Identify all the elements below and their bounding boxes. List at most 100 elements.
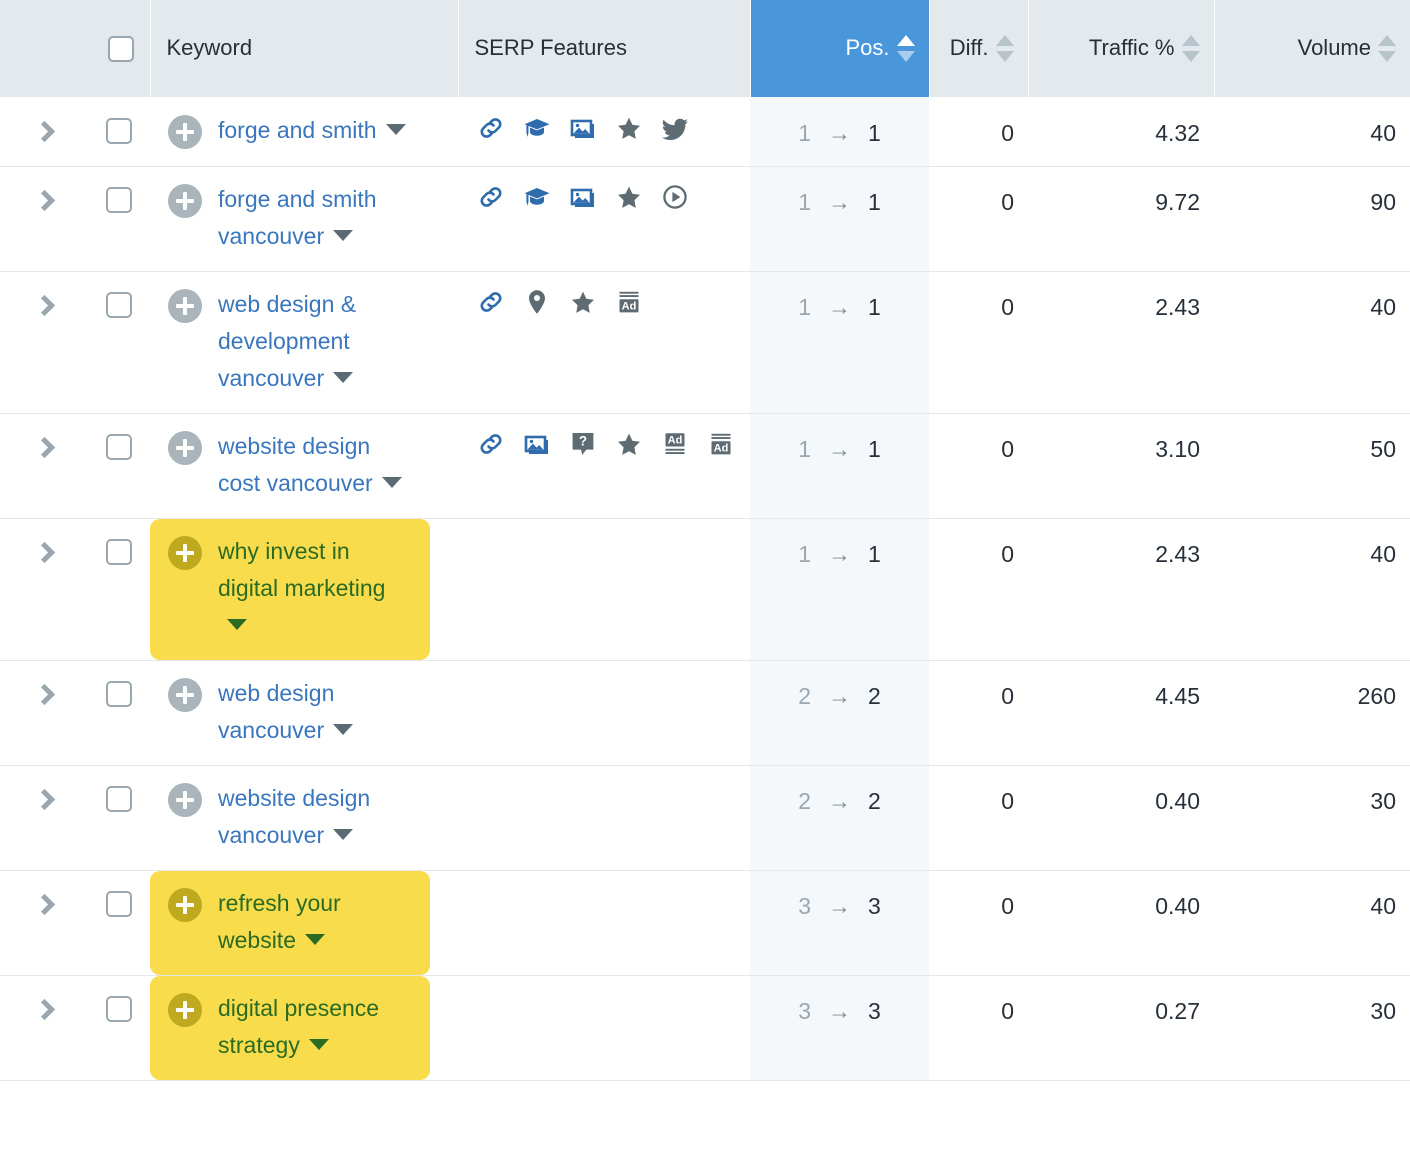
expand-chevron-icon[interactable] — [33, 788, 54, 809]
keyword-cell[interactable]: digital presence strategy — [150, 975, 458, 1080]
expand-chevron-icon[interactable] — [33, 541, 54, 562]
row-select-cell[interactable] — [88, 518, 150, 660]
expand-chevron-icon[interactable] — [33, 998, 54, 1019]
reviews-star-icon[interactable] — [614, 113, 644, 143]
keyword-cell[interactable]: web design & development vancouver — [150, 271, 458, 413]
keyword-link[interactable]: web design & development vancouver — [218, 286, 414, 397]
row-expand-cell[interactable] — [0, 97, 88, 166]
video-play-icon[interactable] — [660, 182, 690, 212]
add-keyword-plus-icon[interactable] — [168, 783, 202, 817]
sort-arrows-icon[interactable] — [996, 35, 1014, 62]
link-icon[interactable] — [476, 182, 506, 212]
expand-chevron-icon[interactable] — [33, 683, 54, 704]
keyword-cell[interactable]: web design vancouver — [150, 660, 458, 765]
keyword-cell[interactable]: website design vancouver — [150, 765, 458, 870]
header-serp-features[interactable]: SERP Features — [458, 0, 750, 97]
image-pack-icon[interactable] — [568, 113, 598, 143]
row-select-cell[interactable] — [88, 271, 150, 413]
keyword-chip[interactable]: forge and smith — [150, 98, 422, 165]
keyword-dropdown-caret-icon[interactable] — [333, 829, 353, 840]
keyword-link[interactable]: refresh your website — [218, 885, 414, 959]
keyword-cell[interactable]: refresh your website — [150, 870, 458, 975]
keyword-cell[interactable]: forge and smith — [150, 97, 458, 166]
knowledge-panel-icon[interactable] — [522, 113, 552, 143]
link-icon[interactable] — [476, 287, 506, 317]
image-pack-icon[interactable] — [568, 182, 598, 212]
sort-descending-icon[interactable] — [1182, 51, 1200, 62]
keyword-chip[interactable]: website design vancouver — [150, 766, 430, 870]
row-expand-cell[interactable] — [0, 765, 88, 870]
row-select-cell[interactable] — [88, 97, 150, 166]
keyword-chip[interactable]: digital presence strategy — [150, 976, 430, 1080]
row-checkbox[interactable] — [106, 434, 132, 460]
row-checkbox[interactable] — [106, 786, 132, 812]
expand-chevron-icon[interactable] — [33, 189, 54, 210]
keyword-link[interactable]: forge and smith — [218, 112, 406, 149]
row-checkbox[interactable] — [106, 187, 132, 213]
keyword-dropdown-caret-icon[interactable] — [309, 1039, 329, 1050]
row-checkbox[interactable] — [106, 539, 132, 565]
header-volume[interactable]: Volume — [1214, 0, 1410, 97]
row-checkbox[interactable] — [106, 118, 132, 144]
add-keyword-plus-icon[interactable] — [168, 115, 202, 149]
row-expand-cell[interactable] — [0, 271, 88, 413]
keyword-link[interactable]: web design vancouver — [218, 675, 414, 749]
keyword-link[interactable]: digital presence strategy — [218, 990, 414, 1064]
row-select-cell[interactable] — [88, 660, 150, 765]
row-select-cell[interactable] — [88, 413, 150, 518]
sort-ascending-icon[interactable] — [996, 35, 1014, 46]
row-checkbox[interactable] — [106, 891, 132, 917]
ads-bottom-icon[interactable]: Ad — [614, 287, 644, 317]
knowledge-panel-icon[interactable] — [522, 182, 552, 212]
ads-bottom-icon[interactable]: Ad — [706, 429, 736, 459]
sort-ascending-icon[interactable] — [1182, 35, 1200, 46]
sort-descending-icon[interactable] — [897, 51, 915, 62]
header-position[interactable]: Pos. — [750, 0, 929, 97]
reviews-star-icon[interactable] — [614, 429, 644, 459]
keyword-chip[interactable]: web design & development vancouver — [150, 272, 430, 413]
header-difficulty[interactable]: Diff. — [929, 0, 1028, 97]
table-row[interactable]: forge and smith vancouver1→109.7290 — [0, 166, 1410, 271]
add-keyword-plus-icon[interactable] — [168, 888, 202, 922]
keyword-cell[interactable]: forge and smith vancouver — [150, 166, 458, 271]
keyword-chip[interactable]: refresh your website — [150, 871, 430, 975]
reviews-star-icon[interactable] — [614, 182, 644, 212]
keyword-link[interactable]: website design cost vancouver — [218, 428, 414, 502]
keyword-dropdown-caret-icon[interactable] — [333, 230, 353, 241]
add-keyword-plus-icon[interactable] — [168, 536, 202, 570]
row-expand-cell[interactable] — [0, 413, 88, 518]
row-select-cell[interactable] — [88, 870, 150, 975]
table-row[interactable]: web design vancouver2→204.45260 — [0, 660, 1410, 765]
map-pin-icon[interactable] — [522, 287, 552, 317]
row-checkbox[interactable] — [106, 681, 132, 707]
table-row[interactable]: web design & development vancouverAd1→10… — [0, 271, 1410, 413]
keyword-dropdown-caret-icon[interactable] — [305, 934, 325, 945]
faq-question-icon[interactable]: ? — [568, 429, 598, 459]
sort-ascending-icon[interactable] — [1378, 35, 1396, 46]
ads-top-icon[interactable]: Ad — [660, 429, 690, 459]
keyword-dropdown-caret-icon[interactable] — [386, 124, 406, 135]
header-keyword[interactable]: Keyword — [150, 0, 458, 97]
link-icon[interactable] — [476, 429, 506, 459]
expand-chevron-icon[interactable] — [33, 436, 54, 457]
sort-descending-icon[interactable] — [996, 51, 1014, 62]
add-keyword-plus-icon[interactable] — [168, 993, 202, 1027]
add-keyword-plus-icon[interactable] — [168, 678, 202, 712]
row-expand-cell[interactable] — [0, 975, 88, 1080]
keyword-dropdown-caret-icon[interactable] — [333, 372, 353, 383]
row-expand-cell[interactable] — [0, 660, 88, 765]
row-checkbox[interactable] — [106, 996, 132, 1022]
keyword-dropdown-caret-icon[interactable] — [382, 477, 402, 488]
sort-arrows-icon[interactable] — [1378, 35, 1396, 62]
keyword-cell[interactable]: why invest in digital marketing — [150, 518, 458, 660]
keyword-chip[interactable]: web design vancouver — [150, 661, 430, 765]
row-expand-cell[interactable] — [0, 518, 88, 660]
select-all-checkbox[interactable] — [108, 36, 134, 62]
keyword-link[interactable]: website design vancouver — [218, 780, 414, 854]
table-row[interactable]: why invest in digital marketing1→102.434… — [0, 518, 1410, 660]
keyword-chip[interactable]: forge and smith vancouver — [150, 167, 430, 271]
keyword-cell[interactable]: website design cost vancouver — [150, 413, 458, 518]
add-keyword-plus-icon[interactable] — [168, 289, 202, 323]
keyword-link[interactable]: why invest in digital marketing — [218, 533, 414, 644]
row-select-cell[interactable] — [88, 765, 150, 870]
